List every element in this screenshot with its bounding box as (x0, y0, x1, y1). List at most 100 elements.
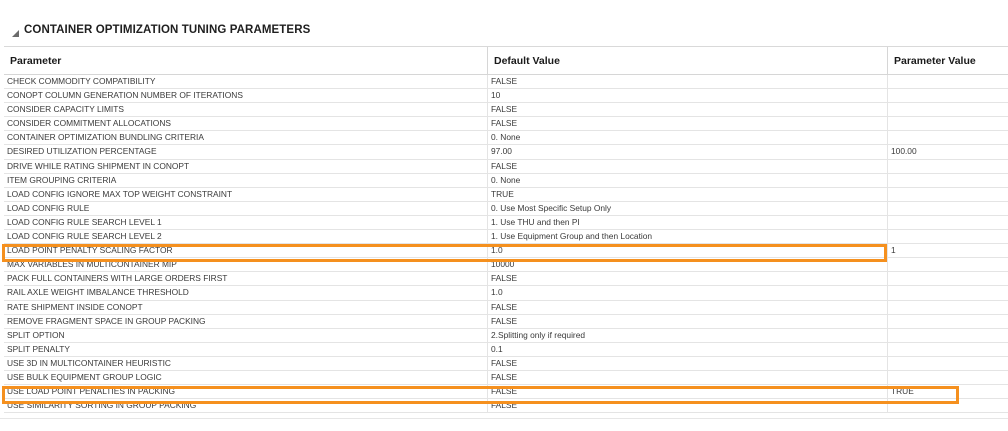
default-value-cell: FALSE (488, 356, 888, 370)
parameter-value-cell (888, 103, 1008, 116)
parameter-value-cell (888, 399, 1008, 412)
default-value-cell: 97.00 (488, 145, 888, 159)
parameter-cell: CONTAINER OPTIMIZATION BUNDLING CRITERIA (4, 131, 488, 145)
parameter-cell: DRIVE WHILE RATING SHIPMENT IN CONOPT (4, 159, 488, 173)
table-row[interactable]: REMOVE FRAGMENT SPACE IN GROUP PACKING FA… (4, 314, 1008, 329)
default-value-cell: 10000 (488, 258, 888, 272)
table-row[interactable]: LOAD CONFIG IGNORE MAX TOP WEIGHT CONSTR… (4, 187, 1008, 202)
column-header-parameter-value[interactable]: Parameter Value (888, 47, 1008, 74)
parameter-value-cell (888, 160, 1008, 173)
table-row[interactable]: USE BULK EQUIPMENT GROUP LOGIC FALSE (4, 370, 1008, 386)
default-value-cell: FALSE (488, 272, 888, 286)
parameter-value-cell (888, 301, 1008, 314)
section-header[interactable]: CONTAINER OPTIMIZATION TUNING PARAMETERS (10, 22, 310, 38)
parameter-value-cell (888, 371, 1008, 384)
default-value-cell: 1. Use Equipment Group and then Location (488, 230, 888, 244)
default-value-cell: 1.0 (488, 244, 888, 258)
table-row[interactable]: USE 3D IN MULTICONTAINER HEURISTIC FALSE (4, 356, 1008, 371)
parameter-cell: USE LOAD POINT PENALTIES IN PACKING (4, 385, 488, 399)
parameter-cell: LOAD POINT PENALTY SCALING FACTOR (4, 244, 488, 258)
default-value-cell: TRUE (488, 187, 888, 201)
parameter-cell: LOAD CONFIG RULE SEARCH LEVEL 2 (4, 230, 488, 244)
table-row[interactable]: CONTAINER OPTIMIZATION BUNDLING CRITERIA… (4, 131, 1008, 146)
parameter-cell: LOAD CONFIG IGNORE MAX TOP WEIGHT CONSTR… (4, 187, 488, 201)
parameter-value-cell (888, 202, 1008, 215)
default-value-cell: FALSE (488, 300, 888, 314)
parameter-cell: CONOPT COLUMN GENERATION NUMBER OF ITERA… (4, 89, 488, 103)
table-row[interactable]: USE LOAD POINT PENALTIES IN PACKING FALSE… (4, 385, 1008, 400)
table-row[interactable]: LOAD POINT PENALTY SCALING FACTOR 1.0 1 (4, 244, 1008, 259)
parameter-value-cell (888, 188, 1008, 201)
default-value-cell: FALSE (488, 385, 888, 399)
default-value-cell: 0. Use Most Specific Setup Only (488, 201, 888, 215)
column-header-parameter[interactable]: Parameter (4, 47, 488, 74)
table-row[interactable]: DRIVE WHILE RATING SHIPMENT IN CONOPT FAL… (4, 159, 1008, 174)
default-value-cell: FALSE (488, 399, 888, 413)
default-value-cell: FALSE (488, 159, 888, 173)
parameter-value-cell (888, 216, 1008, 229)
default-value-cell: 0. None (488, 173, 888, 187)
parameter-cell: REMOVE FRAGMENT SPACE IN GROUP PACKING (4, 314, 488, 328)
parameters-table: Parameter Default Value Parameter Value … (4, 46, 1008, 414)
default-value-cell: 2.Splitting only if required (488, 328, 888, 342)
parameter-cell: USE BULK EQUIPMENT GROUP LOGIC (4, 370, 488, 385)
parameter-cell: CHECK COMMODITY COMPATIBILITY (4, 75, 488, 89)
parameter-cell: CONSIDER CAPACITY LIMITS (4, 103, 488, 117)
table-row[interactable]: SPLIT OPTION 2.Splitting only if required (4, 328, 1008, 343)
parameter-cell: DESIRED UTILIZATION PERCENTAGE (4, 145, 488, 159)
table-row[interactable]: LOAD CONFIG RULE 0. Use Most Specific Set… (4, 201, 1008, 216)
parameter-value-cell (888, 272, 1008, 285)
parameter-value-cell (888, 230, 1008, 243)
section-title: CONTAINER OPTIMIZATION TUNING PARAMETERS (24, 24, 311, 36)
column-header-default-value[interactable]: Default Value (488, 47, 888, 74)
table-row[interactable]: CONSIDER COMMITMENT ALLOCATIONS FALSE (4, 117, 1008, 132)
default-value-cell: FALSE (488, 75, 888, 89)
parameter-value-cell (888, 174, 1008, 187)
parameter-cell: CONSIDER COMMITMENT ALLOCATIONS (4, 117, 488, 131)
parameter-value-cell: 1 (891, 245, 896, 256)
default-value-cell: FALSE (488, 370, 888, 385)
table-row[interactable]: MAX VARIABLES IN MULTICONTAINER MIP 10000 (4, 258, 1008, 273)
parameter-value-cell (888, 329, 1008, 342)
table-row[interactable]: CONSIDER CAPACITY LIMITS FALSE (4, 103, 1008, 118)
table-row[interactable]: PACK FULL CONTAINERS WITH LARGE ORDERS F… (4, 272, 1008, 287)
parameter-value-cell (888, 131, 1008, 144)
parameter-value-cell (888, 286, 1008, 299)
parameter-cell: SPLIT OPTION (4, 328, 488, 342)
table-row[interactable]: CONOPT COLUMN GENERATION NUMBER OF ITERA… (4, 89, 1008, 104)
table-row[interactable]: USE SIMILARITY SORTING IN GROUP PACKING F… (4, 399, 1008, 414)
parameter-cell: SPLIT PENALTY (4, 342, 488, 356)
default-value-cell: 0. None (488, 131, 888, 145)
parameter-cell: LOAD CONFIG RULE (4, 201, 488, 215)
parameter-value-cell (888, 117, 1008, 130)
table-row[interactable]: CHECK COMMODITY COMPATIBILITY FALSE (4, 75, 1008, 90)
table-row[interactable]: SPLIT PENALTY 0.1 (4, 342, 1008, 357)
parameter-cell: LOAD CONFIG RULE SEARCH LEVEL 1 (4, 215, 488, 230)
table-row[interactable]: RATE SHIPMENT INSIDE CONOPT FALSE (4, 300, 1008, 315)
parameter-value-cell: 100.00 (891, 146, 917, 157)
default-value-cell: FALSE (488, 103, 888, 117)
parameter-cell: PACK FULL CONTAINERS WITH LARGE ORDERS F… (4, 272, 488, 286)
table-header-row: Parameter Default Value Parameter Value (4, 47, 1008, 75)
default-value-cell: FALSE (488, 117, 888, 131)
parameter-cell: RAIL AXLE WEIGHT IMBALANCE THRESHOLD (4, 286, 488, 300)
parameter-value-cell (888, 343, 1008, 356)
parameter-cell: USE 3D IN MULTICONTAINER HEURISTIC (4, 356, 488, 370)
parameter-value-cell (888, 75, 1008, 88)
table-row[interactable]: RAIL AXLE WEIGHT IMBALANCE THRESHOLD 1.0 (4, 286, 1008, 301)
parameter-value-cell (888, 357, 1008, 370)
parameter-cell: MAX VARIABLES IN MULTICONTAINER MIP (4, 258, 488, 272)
parameter-value-cell (888, 315, 1008, 328)
default-value-cell: FALSE (488, 314, 888, 328)
table-row[interactable]: LOAD CONFIG RULE SEARCH LEVEL 2 1. Use Eq… (4, 230, 1008, 245)
table-row[interactable]: LOAD CONFIG RULE SEARCH LEVEL 1 1. Use TH… (4, 215, 1008, 231)
default-value-cell: 1.0 (488, 286, 888, 300)
collapse-triangle-icon[interactable] (10, 25, 20, 37)
table-row[interactable]: DESIRED UTILIZATION PERCENTAGE 97.00 100.0… (4, 145, 1008, 160)
default-value-cell: 10 (488, 89, 888, 103)
divider (0, 418, 1008, 419)
table-body: CHECK COMMODITY COMPATIBILITY FALSE CONOPT… (4, 75, 1008, 414)
parameter-cell: USE SIMILARITY SORTING IN GROUP PACKING (4, 399, 488, 413)
parameter-cell: RATE SHIPMENT INSIDE CONOPT (4, 300, 488, 314)
table-row[interactable]: ITEM GROUPING CRITERIA 0. None (4, 173, 1008, 188)
